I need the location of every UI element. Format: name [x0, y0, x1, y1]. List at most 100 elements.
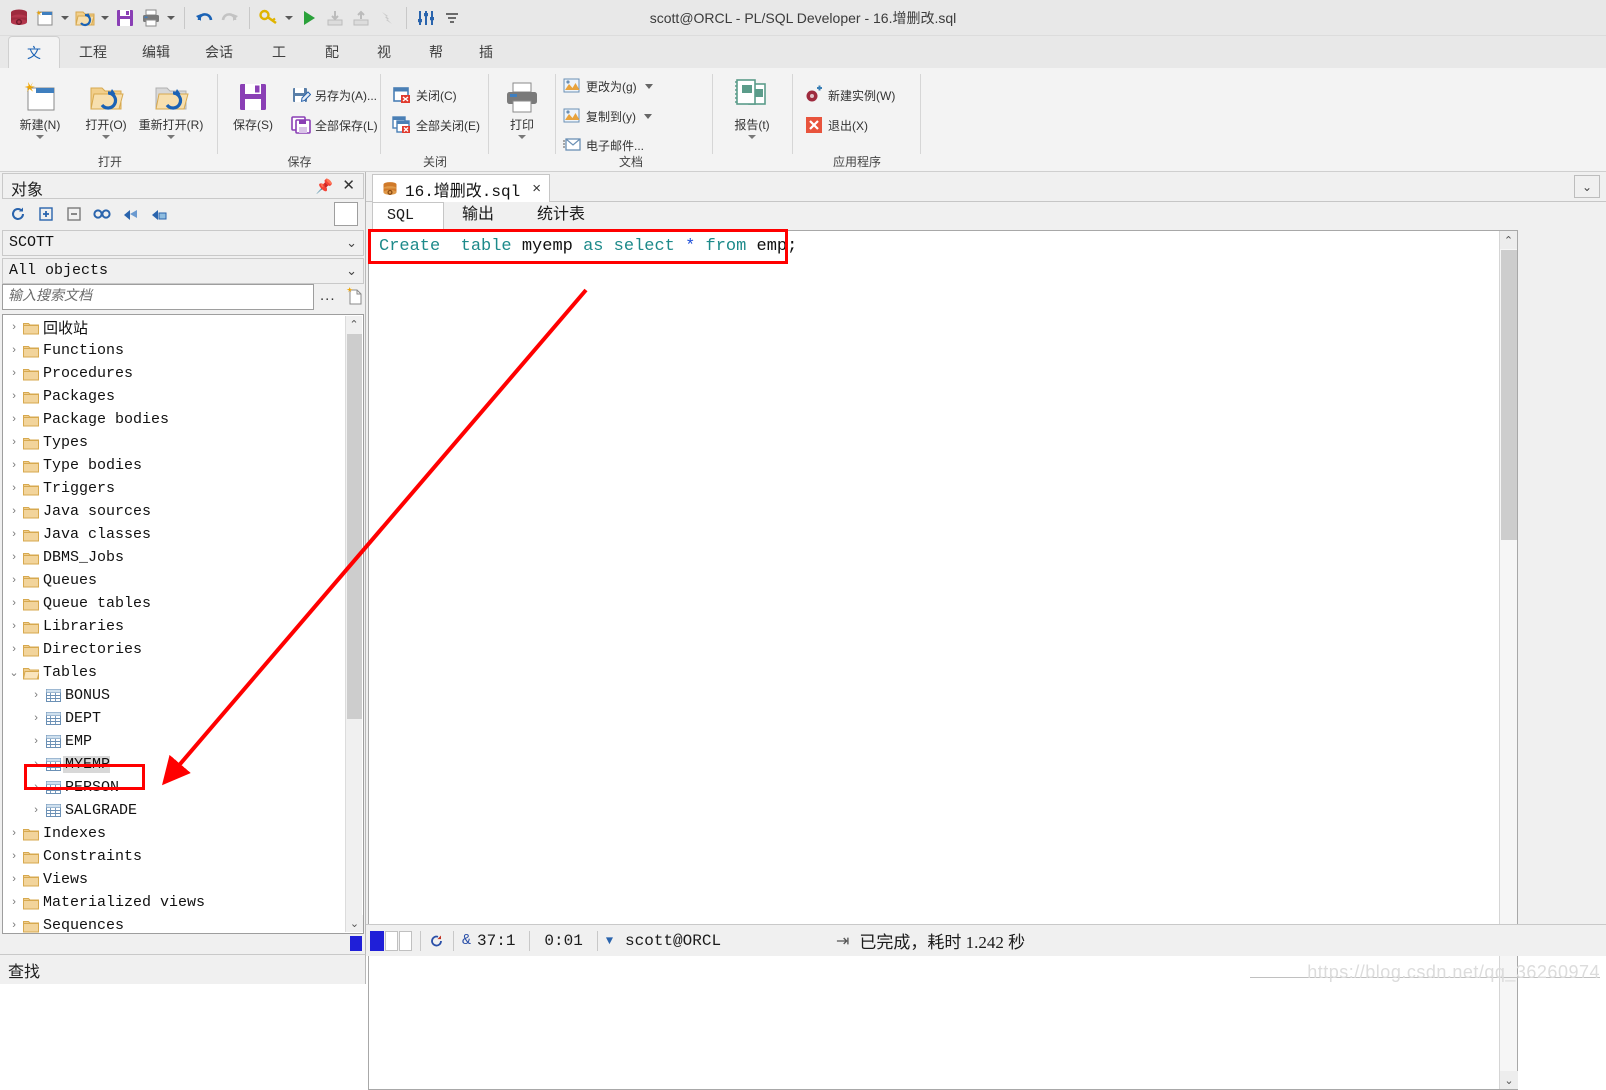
chevron-right-icon[interactable]: ›: [29, 713, 43, 725]
print-button[interactable]: 打印: [493, 72, 551, 150]
object-search-input[interactable]: 输入搜索文档: [2, 284, 314, 310]
chevron-right-icon[interactable]: ›: [7, 621, 21, 633]
new-button-dropdown-caret-icon[interactable]: [36, 135, 44, 139]
tab-sql[interactable]: SQL: [372, 202, 444, 230]
close-icon[interactable]: ✕: [342, 176, 355, 194]
tree-item-indexes[interactable]: › Indexes: [3, 822, 345, 845]
chevron-right-icon[interactable]: ›: [7, 920, 21, 932]
chevron-right-icon[interactable]: ›: [7, 598, 21, 610]
tree-scrollbar-thumb[interactable]: [347, 334, 362, 719]
chevron-right-icon[interactable]: ›: [7, 529, 21, 541]
reopen-button-dropdown-caret-icon[interactable]: [167, 135, 175, 139]
connection-label[interactable]: scott@ORCL: [619, 932, 727, 950]
tree-item-procedures[interactable]: › Procedures: [3, 362, 345, 385]
chevron-right-icon[interactable]: ›: [7, 483, 21, 495]
chevron-right-icon[interactable]: ›: [29, 690, 43, 702]
tree-item-constraints[interactable]: › Constraints: [3, 845, 345, 868]
change-to-button[interactable]: 更改为(g): [561, 73, 653, 99]
report-button-dropdown-caret-icon[interactable]: [748, 135, 756, 139]
ribbon-tab-session[interactable]: 会话: [188, 36, 250, 68]
ribbon-tab-help[interactable]: 帮助: [408, 36, 464, 92]
editor-scrollbar[interactable]: ⌃ ⌄: [1499, 231, 1518, 1089]
chevron-down-icon[interactable]: ⌄: [346, 259, 357, 283]
scroll-down-arrow-icon[interactable]: ⌄: [346, 915, 363, 932]
tree-item-salgrade[interactable]: › SALGRADE: [3, 799, 345, 822]
tree-item-[interactable]: › 回收站: [3, 316, 345, 339]
tree-item-materialized-views[interactable]: › Materialized views: [3, 891, 345, 914]
copy-to-button[interactable]: 复制到(y): [561, 103, 652, 129]
chevron-right-icon[interactable]: ›: [29, 805, 43, 817]
tree-item-triggers[interactable]: › Triggers: [3, 477, 345, 500]
tree-item-libraries[interactable]: › Libraries: [3, 615, 345, 638]
save-button[interactable]: 保存(S): [222, 72, 284, 150]
ribbon-tab-file[interactable]: 文件: [8, 36, 60, 93]
chevron-right-icon[interactable]: ›: [7, 414, 21, 426]
collapse-all-icon[interactable]: [62, 202, 86, 226]
editor-scrollbar-thumb[interactable]: [1501, 250, 1517, 540]
chevron-right-icon[interactable]: ›: [7, 391, 21, 403]
tree-item-dept[interactable]: › DEPT: [3, 707, 345, 730]
new-instance-button[interactable]: 新建实例(W): [803, 82, 895, 108]
chevron-right-icon[interactable]: ›: [7, 322, 21, 334]
ribbon-tab-project[interactable]: 工程: [62, 36, 124, 68]
print-button-dropdown-caret-icon[interactable]: [518, 135, 526, 139]
chevron-right-icon[interactable]: ›: [7, 851, 21, 863]
tree-item-java-sources[interactable]: › Java sources: [3, 500, 345, 523]
tree-item-views[interactable]: › Views: [3, 868, 345, 891]
ribbon-tab-edit[interactable]: 编辑: [125, 36, 187, 68]
copy-to-dropdown-caret-icon[interactable]: [644, 113, 652, 119]
ribbon-tab-plugins[interactable]: 插件: [458, 36, 514, 92]
chevron-right-icon[interactable]: ›: [7, 368, 21, 380]
object-tree[interactable]: › 回收站 › Functions › Procedures › Packages › Packa…: [2, 314, 364, 934]
record-icon[interactable]: [429, 933, 445, 949]
tab-statistics[interactable]: 统计表: [523, 202, 599, 230]
tree-item-types[interactable]: › Types: [3, 431, 345, 454]
tree-item-queue-tables[interactable]: › Queue tables: [3, 592, 345, 615]
next-icon[interactable]: [146, 202, 170, 226]
chevron-right-icon[interactable]: ›: [7, 437, 21, 449]
previous-icon[interactable]: [118, 202, 142, 226]
tree-item-tables[interactable]: ⌄ Tables: [3, 661, 345, 684]
tree-item-queues[interactable]: › Queues: [3, 569, 345, 592]
scroll-up-arrow-icon[interactable]: ⌃: [1500, 231, 1517, 249]
tree-item-package-bodies[interactable]: › Package bodies: [3, 408, 345, 431]
change-to-dropdown-caret-icon[interactable]: [644, 83, 653, 89]
tree-item-sequences[interactable]: › Sequences: [3, 914, 345, 933]
tree-item-java-classes[interactable]: › Java classes: [3, 523, 345, 546]
chevron-right-icon[interactable]: ›: [7, 897, 21, 909]
document-tab-overflow-caret-icon[interactable]: ⌄: [1574, 175, 1600, 198]
chevron-right-icon[interactable]: ›: [7, 575, 21, 587]
tree-item-packages[interactable]: › Packages: [3, 385, 345, 408]
ribbon-tab-config[interactable]: 配置: [304, 36, 360, 92]
tree-item-emp[interactable]: › EMP: [3, 730, 345, 753]
schema-select[interactable]: SCOTT ⌄: [2, 230, 364, 256]
refresh-icon[interactable]: [6, 202, 30, 226]
tree-item-bonus[interactable]: › BONUS: [3, 684, 345, 707]
document-tab-sql[interactable]: 16.增删改.sql ×: [372, 174, 550, 202]
close-icon[interactable]: ×: [532, 180, 541, 197]
tab-output[interactable]: 输出: [448, 202, 508, 230]
scroll-up-arrow-icon[interactable]: ⌃: [346, 316, 362, 333]
scroll-down-arrow-icon[interactable]: ⌄: [1500, 1071, 1518, 1089]
chevron-down-icon[interactable]: ⌄: [7, 666, 21, 680]
chevron-right-icon[interactable]: ›: [7, 506, 21, 518]
chevron-right-icon[interactable]: ›: [7, 644, 21, 656]
reopen-button[interactable]: 重新打开(R): [128, 72, 214, 150]
chevron-right-icon[interactable]: ›: [7, 552, 21, 564]
ribbon-tab-view[interactable]: 视图: [356, 36, 412, 92]
chevron-right-icon[interactable]: ›: [7, 828, 21, 840]
find-bar[interactable]: 查找: [0, 954, 366, 984]
chevron-right-icon[interactable]: ›: [7, 345, 21, 357]
sql-code-editor[interactable]: Create table myemp as select * from emp;…: [368, 230, 1518, 1090]
chevron-right-icon[interactable]: ›: [7, 874, 21, 886]
pin-icon[interactable]: 📌: [316, 178, 333, 195]
chevron-right-icon[interactable]: ›: [7, 460, 21, 472]
tree-item-directories[interactable]: › Directories: [3, 638, 345, 661]
connection-caret-down-icon[interactable]: ▼: [606, 934, 613, 948]
chevron-down-icon[interactable]: ⌄: [346, 231, 357, 255]
tree-item-type-bodies[interactable]: › Type bodies: [3, 454, 345, 477]
new-button[interactable]: 新建(N): [4, 72, 76, 150]
close-button[interactable]: 关闭(C): [391, 82, 457, 108]
open-button-dropdown-caret-icon[interactable]: [102, 135, 110, 139]
ribbon-tab-tools[interactable]: 工具: [251, 36, 307, 92]
